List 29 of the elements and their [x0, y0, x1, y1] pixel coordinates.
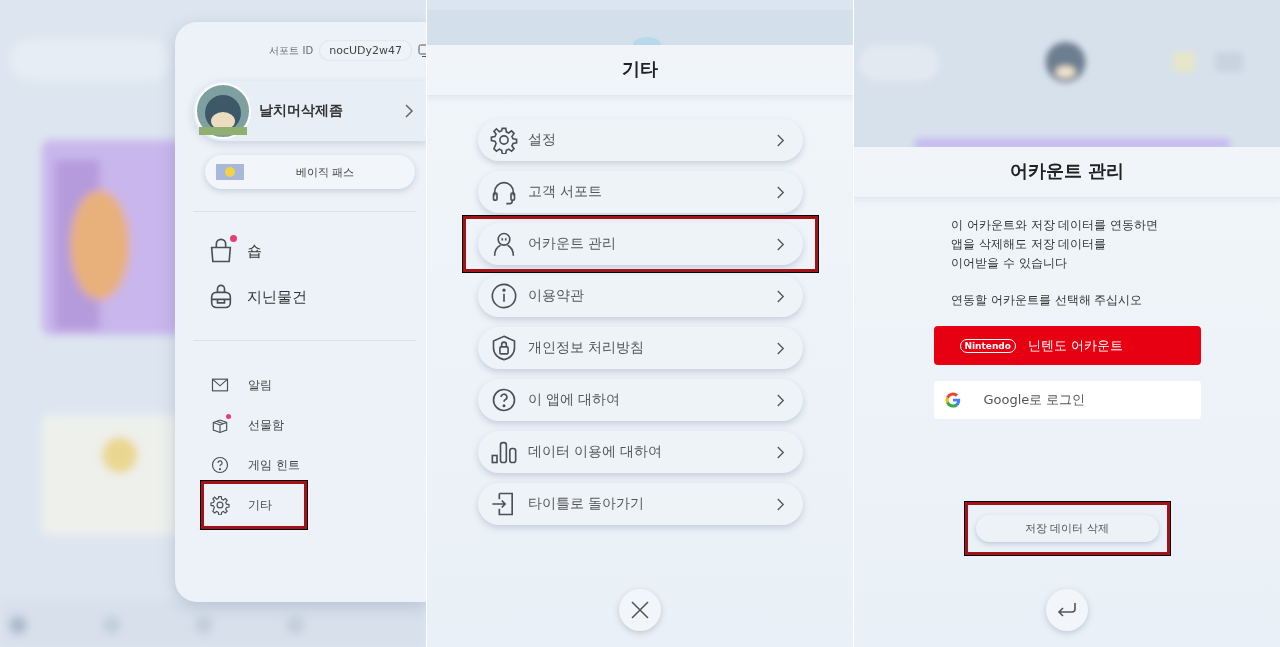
chevron-icon	[775, 392, 785, 408]
menu-item[interactable]: 데이터 이용에 대하여	[477, 431, 803, 473]
menu-item[interactable]: 타이틀로 돌아가기	[477, 483, 803, 525]
menu-item[interactable]: 고객 서포트	[477, 171, 803, 213]
gear-icon	[489, 126, 518, 154]
chevron-icon	[775, 132, 785, 148]
delete-save-data-button[interactable]: 저장 데이터 삭제	[975, 515, 1159, 542]
menu-item[interactable]: 이 앱에 대하여	[477, 379, 803, 421]
chevron-icon	[775, 184, 785, 200]
close-button[interactable]	[619, 589, 661, 631]
chevron-icon	[775, 340, 785, 356]
info-icon	[489, 282, 518, 310]
menu-item[interactable]: 개인정보 처리방침	[477, 327, 803, 369]
prompt-text: 연동할 어카운트를 선택해 주십시오	[951, 292, 1144, 309]
menu-item[interactable]: 이용약관	[477, 275, 803, 317]
menu-item[interactable]: 어카운트 관리	[477, 223, 803, 265]
screen-title: 기타	[427, 45, 853, 96]
close-icon	[630, 600, 650, 620]
menu-item[interactable]: 설정	[477, 119, 803, 161]
chevron-icon	[775, 288, 785, 304]
back-button[interactable]	[1046, 589, 1088, 631]
chevron-icon	[775, 496, 785, 512]
google-login-button[interactable]: Google로 로그인	[933, 381, 1201, 419]
chevron-icon	[775, 236, 785, 252]
chevron-icon	[775, 444, 785, 460]
description-text: 이 어카운트와 저장 데이터를 연동하면 앱을 삭제해도 저장 데이터를 이어받을 수 있습니다	[951, 217, 1160, 272]
google-icon	[943, 391, 962, 409]
nintendo-account-button[interactable]: Nintendo 닌텐도 어카운트	[933, 326, 1201, 365]
screen-title: 어카운트 관리	[854, 147, 1280, 198]
